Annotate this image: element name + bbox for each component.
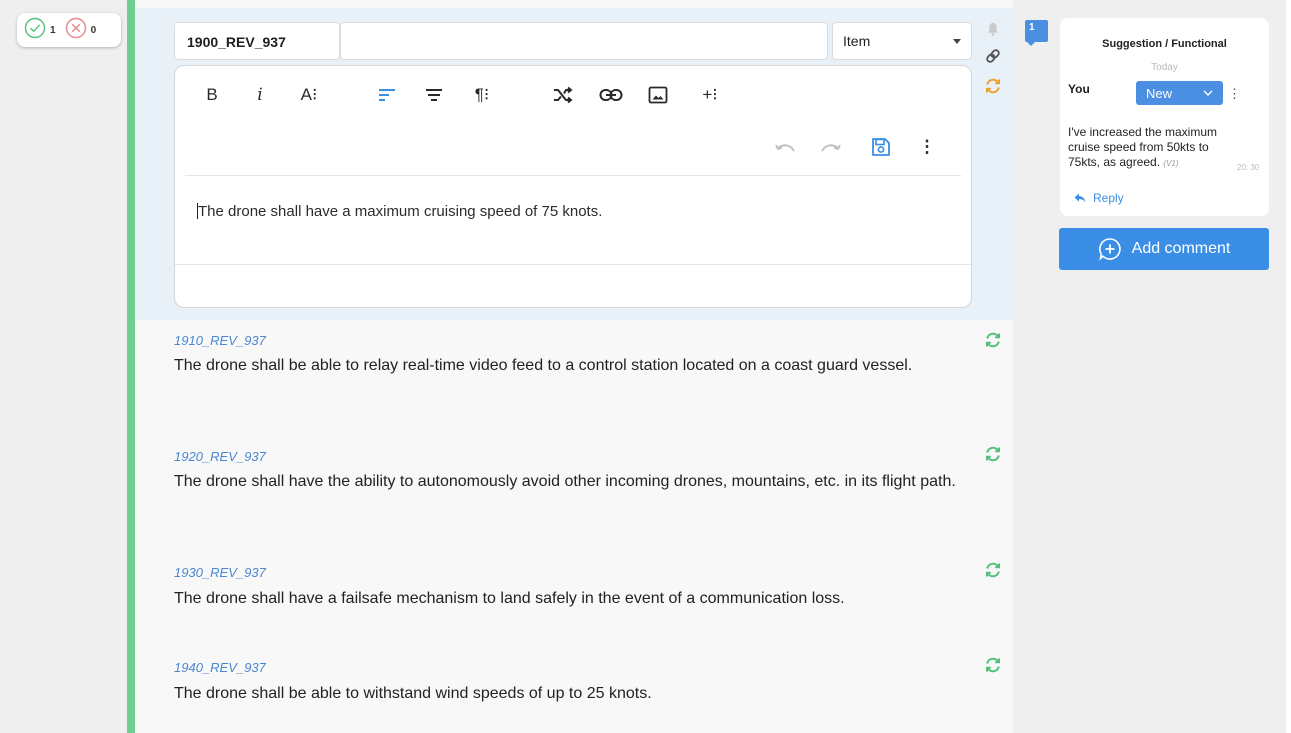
requirement-text[interactable]: The drone shall be able to relay real-ti…	[174, 356, 964, 376]
undo-button[interactable]	[773, 136, 797, 158]
approved-icon	[24, 17, 46, 44]
editor-body-text: The drone shall have a maximum cruising …	[198, 203, 603, 220]
review-status-summary[interactable]: 1 0	[17, 13, 121, 47]
sync-pending-icon[interactable]	[983, 75, 1003, 97]
more-options-button[interactable]: ⋮	[919, 136, 936, 158]
align-center-button[interactable]	[421, 84, 447, 106]
item-type-select[interactable]: Item	[832, 22, 972, 60]
comment-status-select[interactable]: New	[1136, 81, 1223, 105]
comment-time: 20: 30	[1237, 163, 1260, 172]
font-size-button[interactable]: A⁝	[296, 84, 322, 106]
chevron-down-icon	[953, 38, 961, 44]
redo-button[interactable]	[819, 136, 843, 158]
insert-more-button[interactable]: +⁝	[697, 84, 723, 106]
reply-button[interactable]: Reply	[1074, 191, 1124, 205]
chevron-down-icon	[1203, 90, 1213, 96]
comment-count-badge[interactable]: 1	[1025, 20, 1048, 46]
bell-icon[interactable]	[985, 20, 1001, 38]
comment-version: (V1)	[1163, 159, 1179, 168]
add-comment-button[interactable]: Add comment	[1059, 228, 1269, 270]
left-pane: 1 0	[0, 0, 127, 733]
redo-icon	[821, 144, 841, 152]
italic-button[interactable]: i	[251, 84, 269, 106]
link-button[interactable]	[597, 84, 625, 106]
comment-status-value: New	[1146, 85, 1173, 101]
editor-divider	[185, 175, 961, 176]
align-left-icon	[379, 89, 395, 101]
item-id-field[interactable]: 1900_REV_937	[174, 22, 340, 60]
editor-content[interactable]: The drone shall have a maximum cruising …	[197, 203, 602, 220]
item-name-field[interactable]	[340, 22, 828, 60]
reply-label: Reply	[1093, 191, 1124, 205]
comment-title: Suggestion / Functional	[1102, 38, 1227, 50]
comment-text: I've increased the maximum cruise speed …	[1068, 125, 1218, 169]
sync-icon[interactable]	[983, 329, 1003, 351]
align-center-icon	[426, 89, 442, 101]
comment-date-label: Today	[1151, 62, 1178, 73]
window-edge	[1286, 0, 1291, 733]
image-button[interactable]	[646, 84, 670, 106]
comment-author: You	[1068, 82, 1090, 96]
link-icon	[599, 88, 623, 102]
requirement-id[interactable]: 1930_REV_937	[174, 565, 266, 580]
rejected-icon	[65, 17, 87, 44]
save-icon	[872, 138, 890, 156]
approved-count: 1	[50, 24, 56, 36]
chain-link-icon[interactable]	[984, 46, 1002, 66]
bold-button[interactable]: B	[203, 84, 221, 106]
image-icon	[648, 86, 668, 104]
document-status-bar	[127, 0, 135, 733]
add-comment-label: Add comment	[1131, 240, 1231, 257]
requirement-id[interactable]: 1910_REV_937	[174, 333, 266, 348]
sync-icon[interactable]	[983, 654, 1003, 676]
align-left-button[interactable]	[374, 84, 400, 106]
rejected-count: 0	[90, 24, 97, 36]
paragraph-format-button[interactable]: ¶⁝	[467, 84, 497, 106]
undo-icon	[775, 144, 795, 152]
sync-icon[interactable]	[983, 443, 1003, 465]
shuffle-icon	[554, 86, 573, 104]
save-button[interactable]	[869, 135, 893, 159]
rich-text-editor[interactable]: B i A⁝ ¶⁝ +⁝ ⋮ The drone shall have a ma…	[174, 65, 972, 308]
comment-options-button[interactable]: ⋮	[1228, 86, 1241, 102]
comment-body: I've increased the maximum cruise speed …	[1068, 125, 1228, 171]
requirement-text[interactable]: The drone shall be able to withstand win…	[174, 684, 964, 704]
shuffle-button[interactable]	[549, 84, 577, 106]
add-comment-icon	[1098, 238, 1121, 261]
sync-icon[interactable]	[983, 559, 1003, 581]
reply-icon	[1074, 193, 1086, 203]
editor-footer-divider	[175, 264, 971, 265]
requirement-text[interactable]: The drone shall have the ability to auto…	[174, 472, 964, 492]
item-type-value: Item	[843, 33, 871, 49]
requirement-text[interactable]: The drone shall have a failsafe mechanis…	[174, 589, 964, 609]
requirement-id[interactable]: 1940_REV_937	[174, 660, 266, 675]
comment-card: Suggestion / Functional Today You New ⋮ …	[1060, 18, 1269, 216]
requirement-id[interactable]: 1920_REV_937	[174, 449, 266, 464]
